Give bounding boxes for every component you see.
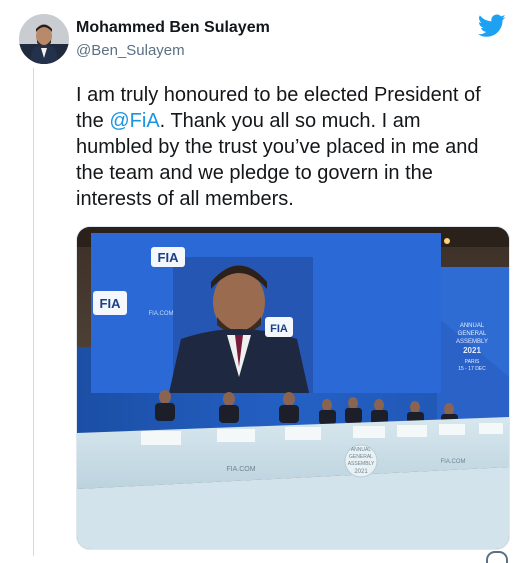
backdrop-text: ANNUAL	[460, 323, 485, 329]
backdrop-text: 15 - 17 DEC	[458, 366, 486, 372]
tweet-text-line: humbled by the trust you’ve placed in me…	[76, 136, 479, 158]
tweet-text: I am truly honoured to be elected Presid…	[76, 82, 516, 212]
tweet-text-fragment: Thank you all so much. I am	[170, 110, 421, 132]
screen-logo: FIA	[100, 296, 122, 311]
tweet-text-line: the @FiA. Thank you all so much. I am	[76, 108, 516, 134]
podium-text: ANNUAL	[351, 447, 372, 453]
backdrop-text: GENERAL	[458, 331, 487, 337]
screen-logo: FIA	[270, 323, 288, 335]
podium-text: 2021	[354, 469, 368, 475]
desk-text: FIA.COM	[441, 459, 466, 465]
tweet-card: Mohammed Ben Sulayem @Ben_Sulayem I am t…	[0, 0, 526, 563]
twitter-bird-icon[interactable]	[477, 14, 506, 38]
tweet-text-line: the team and we pledge to govern in the	[76, 162, 433, 184]
reply-icon[interactable]	[486, 551, 508, 563]
tweet-text-fragment: the	[76, 110, 110, 132]
podium-text: ASSEMBLY	[348, 461, 375, 467]
screen-logo: FIA	[158, 250, 180, 265]
avatar[interactable]	[19, 14, 69, 64]
tweet-photo[interactable]: FIA FIA FIA FIA.COM ANNUAL GENERAL ASSEM…	[76, 226, 510, 550]
backdrop-text: 2021	[463, 346, 481, 355]
thread-line	[33, 68, 34, 556]
tweet-text-fragment: .	[159, 110, 171, 132]
tweet-text-line: I am truly honoured to be elected Presid…	[76, 84, 481, 106]
desk-text: FIA.COM	[226, 466, 255, 473]
backdrop-text: ASSEMBLY	[456, 339, 488, 345]
backdrop-text: PARIS	[465, 359, 480, 365]
display-name[interactable]: Mohammed Ben Sulayem	[76, 19, 270, 37]
mention-link[interactable]: @FiA	[109, 110, 159, 132]
screen-url: FIA.COM	[149, 311, 174, 317]
podium-text: GENERAL	[349, 454, 373, 460]
user-handle[interactable]: @Ben_Sulayem	[76, 42, 185, 59]
tweet-text-line: interests of all members.	[76, 188, 294, 210]
